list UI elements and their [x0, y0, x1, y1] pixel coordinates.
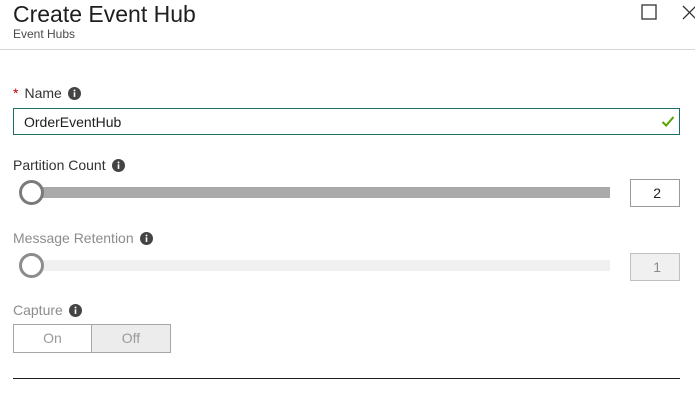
partition-count-slider-track[interactable]	[31, 187, 610, 198]
message-retention-input: 1	[630, 253, 680, 281]
blade-header: Create Event Hub Event Hubs	[0, 0, 695, 50]
maximize-button[interactable]	[641, 4, 657, 20]
capture-on-button[interactable]: On	[13, 324, 92, 353]
blade-subtitle: Event Hubs	[13, 27, 76, 41]
capture-label: Capture	[13, 301, 82, 319]
info-icon[interactable]	[67, 87, 81, 100]
partition-count-label: Partition Count	[13, 156, 125, 174]
maximize-icon	[641, 4, 657, 20]
message-retention-label: Message Retention	[13, 229, 153, 247]
info-icon[interactable]	[111, 159, 125, 172]
close-icon	[682, 5, 695, 20]
message-retention-slider-track	[31, 260, 610, 271]
close-button[interactable]	[678, 3, 695, 21]
info-icon[interactable]	[68, 304, 82, 317]
info-icon[interactable]	[139, 232, 153, 245]
name-input[interactable]	[14, 109, 649, 134]
name-label-text: Name	[24, 85, 62, 101]
capture-toggle: On Off	[13, 324, 171, 353]
bottom-divider	[13, 378, 680, 379]
name-field[interactable]	[13, 108, 680, 135]
partition-count-input[interactable]: 2	[630, 179, 680, 207]
checkmark-icon	[661, 116, 675, 127]
required-marker: *	[13, 85, 19, 101]
partition-count-slider-thumb[interactable]	[19, 180, 44, 205]
message-retention-label-text: Message Retention	[13, 230, 134, 246]
blade-title: Create Event Hub	[13, 1, 196, 27]
partition-count-label-text: Partition Count	[13, 157, 106, 173]
capture-label-text: Capture	[13, 302, 63, 318]
message-retention-slider-thumb	[19, 253, 44, 278]
capture-off-button[interactable]: Off	[92, 324, 171, 353]
name-label: * Name	[13, 84, 81, 102]
